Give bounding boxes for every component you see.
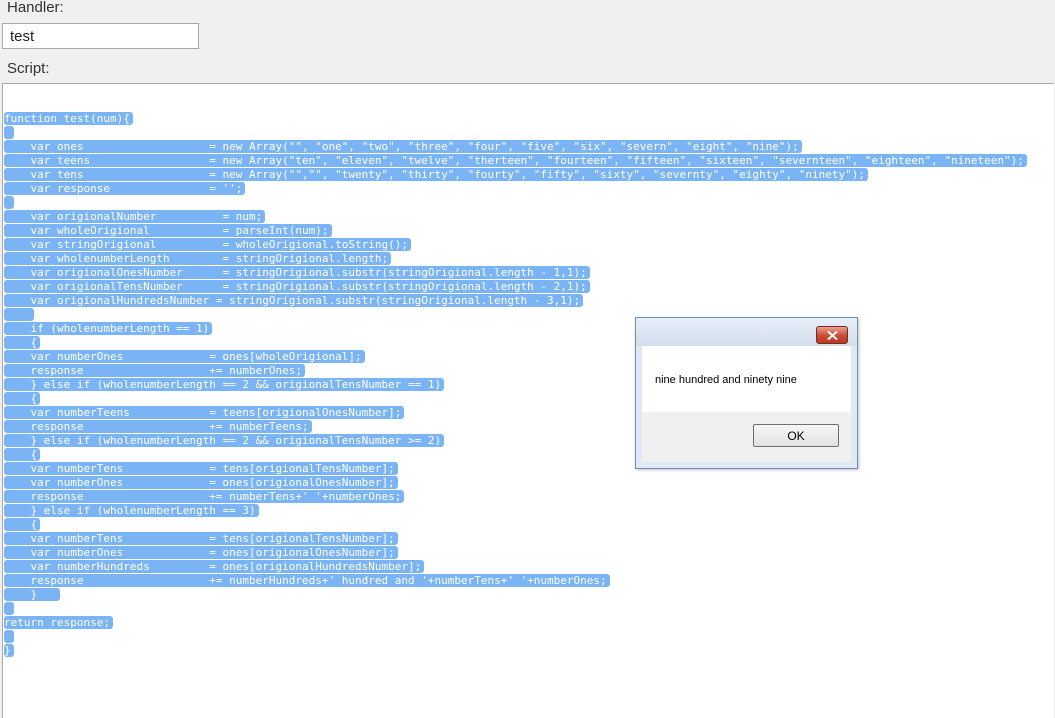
code-line [4,602,1027,616]
code-line [4,126,1027,140]
code-line: } [4,588,1027,602]
code-line-text: var teens = new Array("ten", "eleven", "… [4,154,1027,167]
code-line-text: response += numberOnes; [4,364,306,377]
code-line-text: { [4,392,41,405]
script-label: Script: [7,60,50,77]
code-line-text: var ones = new Array("", "one", "two", "… [4,140,802,153]
code-line: response += numberTeens; [4,420,1027,434]
code-line-text: { [4,448,41,461]
code-line-text [4,126,14,139]
code-line [4,630,1027,644]
code-line-text: { [4,518,41,531]
code-line: function test(num){ [4,112,1027,126]
code-line: var numberTens = tens[origionalTensNumbe… [4,532,1027,546]
dialog-body: nine hundred and ninety nine [642,346,851,412]
code-line-text: var numberOnes = ones[wholeOrigional]; [4,350,365,363]
code-line: var tens = new Array("","", "twenty", "t… [4,168,1027,182]
code-line-text: var numberOnes = ones[origionalOnesNumbe… [4,546,398,559]
code-line-text: } [4,588,60,601]
code-line: } else if (wholenumberLength == 2 && ori… [4,434,1027,448]
code-line-text: { [4,336,41,349]
code-line: var origionalHundredsNumber = stringOrig… [4,294,1027,308]
code-line-text: response += numberTeens; [4,420,312,433]
code-line: var numberHundreds = ones[origionalHundr… [4,560,1027,574]
close-icon [827,330,837,340]
code-line-text: var stringOrigional = wholeOrigional.toS… [4,238,411,251]
code-line: var origionalOnesNumber = stringOrigiona… [4,266,1027,280]
code-line: var stringOrigional = wholeOrigional.toS… [4,238,1027,252]
code-line-text: } else if (wholenumberLength == 3) [4,504,259,517]
code-line: } [4,644,1027,658]
code-line [4,308,1027,322]
code-line-text [4,602,14,615]
code-line: var origionalTensNumber = stringOrigiona… [4,280,1027,294]
close-button[interactable] [816,326,848,344]
code-line-text: if (wholenumberLength == 1) [4,322,213,335]
code-line-text: } else if (wholenumberLength == 2 && ori… [4,378,445,391]
code-line: { [4,392,1027,406]
dialog-titlebar[interactable] [636,318,857,346]
code-line: { [4,336,1027,350]
code-line-text: } [4,644,14,657]
code-line-text: var numberTens = tens[origionalTensNumbe… [4,532,398,545]
code-line [4,196,1027,210]
code-line-text: var numberTens = tens[origionalTensNumbe… [4,462,398,475]
code-line: var origionalNumber = num; [4,210,1027,224]
code-line-text: return response; [4,616,113,629]
code-line: } else if (wholenumberLength == 2 && ori… [4,378,1027,392]
code-line: response += numberHundreds+' hundred and… [4,574,1027,588]
code-line: var numberOnes = ones[origionalOnesNumbe… [4,476,1027,490]
code-line-text: response += numberHundreds+' hundred and… [4,574,610,587]
code-line: var numberTeens = teens[origionalOnesNum… [4,406,1027,420]
code-line: var ones = new Array("", "one", "two", "… [4,140,1027,154]
code-line-text: var wholenumberLength = stringOrigional.… [4,252,392,265]
code-lines: function test(num){ var ones = new Array… [4,112,1027,658]
code-line-text: var origionalNumber = num; [4,210,266,223]
code-line: } else if (wholenumberLength == 3) [4,504,1027,518]
code-line-text: var numberTeens = teens[origionalOnesNum… [4,406,405,419]
code-line-text: var numberHundreds = ones[origionalHundr… [4,560,425,573]
code-line-text: var origionalTensNumber = stringOrigiona… [4,280,590,293]
code-line: if (wholenumberLength == 1) [4,322,1027,336]
code-line: var wholenumberLength = stringOrigional.… [4,252,1027,266]
code-line: var response = ''; [4,182,1027,196]
code-line-text: var response = ''; [4,182,246,195]
code-line-text: function test(num){ [4,112,133,125]
code-line-text [4,630,14,643]
code-line: var numberOnes = ones[wholeOrigional]; [4,350,1027,364]
code-line: response += numberOnes; [4,364,1027,378]
code-line-text: var origionalOnesNumber = stringOrigiona… [4,266,590,279]
code-line-text: var tens = new Array("","", "twenty", "t… [4,168,868,181]
handler-input[interactable] [2,23,199,49]
code-line-text [4,196,14,209]
code-line: { [4,448,1027,462]
script-editor[interactable]: function test(num){ var ones = new Array… [2,83,1054,718]
code-line: { [4,518,1027,532]
dialog-message: nine hundred and ninety nine [655,374,797,386]
code-line-text: response += numberTens+' '+numberOnes; [4,490,405,503]
code-line: response += numberTens+' '+numberOnes; [4,490,1027,504]
code-line-text: var numberOnes = ones[origionalOnesNumbe… [4,476,398,489]
dialog-footer: OK [642,412,851,462]
code-line: return response; [4,616,1027,630]
handler-label: Handler: [7,0,64,16]
code-line-text: var origionalHundredsNumber = stringOrig… [4,294,584,307]
code-line: var numberTens = tens[origionalTensNumbe… [4,462,1027,476]
code-line-text: } else if (wholenumberLength == 2 && ori… [4,434,445,447]
code-line: var numberOnes = ones[origionalOnesNumbe… [4,546,1027,560]
code-line: var wholeOrigional = parseInt(num); [4,224,1027,238]
code-line-text [4,308,34,321]
code-line-text: var wholeOrigional = parseInt(num); [4,224,332,237]
ok-button[interactable]: OK [753,424,839,447]
alert-dialog: nine hundred and ninety nine OK [635,317,858,469]
code-line: var teens = new Array("ten", "eleven", "… [4,154,1027,168]
